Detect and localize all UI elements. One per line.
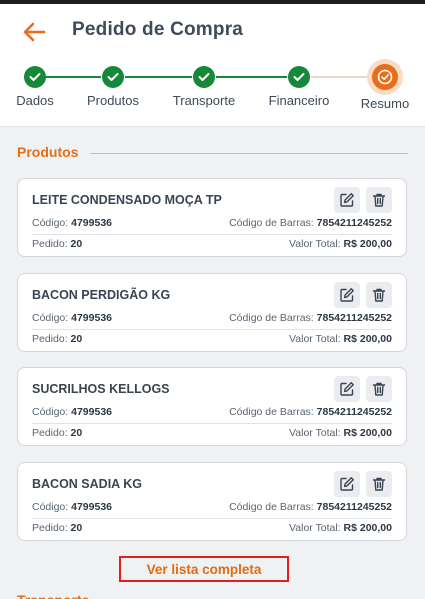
product-total: R$ 200,00 [343,238,392,250]
edit-icon [340,288,354,302]
trash-icon [372,193,386,207]
product-order: 20 [70,522,83,534]
trash-icon [372,288,386,302]
section-title-transporte: Transporte [17,592,89,599]
trash-icon [372,477,386,491]
check-circle-icon [377,69,393,85]
step-financeiro-dot[interactable] [288,66,310,88]
section-title-produtos: Produtos [17,144,79,160]
step-transporte-dot[interactable] [193,66,215,88]
step-dados-dot[interactable] [24,66,46,88]
product-barcode: 7854211245252 [316,217,392,229]
product-name: BACON SADIA KG [32,477,142,491]
back-button[interactable] [20,18,48,46]
barcode-label: Código de Barras: [229,312,314,324]
product-total: R$ 200,00 [343,427,392,439]
check-icon [198,73,210,81]
check-icon [293,73,305,81]
card-divider [32,329,392,330]
product-order: 20 [70,238,83,250]
step-connector [125,76,192,78]
product-barcode: 7854211245252 [316,312,392,324]
delete-button[interactable] [366,187,392,213]
arrow-left-icon [23,22,46,42]
total-label: Valor Total: [289,522,341,534]
step-produtos-dot[interactable] [102,66,124,88]
barcode-label: Código de Barras: [229,406,314,418]
product-card: BACON SADIA KG Código: 4799536 Código de… [17,462,407,541]
step-label-financeiro: Financeiro [268,93,330,108]
see-full-list-link[interactable]: Ver lista completa [119,556,289,582]
step-label-transporte: Transporte [172,93,236,108]
product-code: 4799536 [71,406,113,418]
product-card: LEITE CONDENSADO MOÇA TP Código: 4799536… [17,178,407,257]
product-barcode: 7854211245252 [316,406,392,418]
stepper: Dados Produtos Transporte Financeiro Res… [0,60,425,120]
barcode-label: Código de Barras: [229,217,314,229]
order-label: Pedido: [32,238,68,250]
total-label: Valor Total: [289,333,341,345]
card-divider [32,423,392,424]
edit-icon [340,193,354,207]
delete-button[interactable] [366,471,392,497]
product-code: 4799536 [71,501,113,513]
total-label: Valor Total: [289,238,341,250]
order-label: Pedido: [32,522,68,534]
barcode-label: Código de Barras: [229,501,314,513]
edit-button[interactable] [334,471,360,497]
delete-button[interactable] [366,282,392,308]
product-code: 4799536 [71,217,113,229]
product-code: 4799536 [71,312,113,324]
edit-button[interactable] [334,187,360,213]
product-total: R$ 200,00 [343,522,392,534]
step-resumo-dot[interactable] [372,64,398,90]
header: Pedido de Compra Dados Produtos Transpor… [0,4,425,127]
code-label: Código: [32,406,69,418]
step-label-produtos: Produtos [86,93,140,108]
section-divider [90,153,408,154]
product-name: BACON PERDIGÃO KG [32,288,171,302]
order-label: Pedido: [32,427,68,439]
step-connector [311,76,370,78]
product-order: 20 [70,333,83,345]
product-barcode: 7854211245252 [316,501,392,513]
product-card: SUCRILHOS KELLOGS Código: 4799536 Código… [17,367,407,446]
edit-button[interactable] [334,376,360,402]
code-label: Código: [32,217,69,229]
code-label: Código: [32,312,69,324]
card-divider [32,518,392,519]
check-icon [29,73,41,81]
order-label: Pedido: [32,333,68,345]
code-label: Código: [32,501,69,513]
product-total: R$ 200,00 [343,333,392,345]
card-divider [32,234,392,235]
edit-icon [340,382,354,396]
step-label-resumo: Resumo [360,96,410,111]
trash-icon [372,382,386,396]
check-icon [107,73,119,81]
delete-button[interactable] [366,376,392,402]
product-card: BACON PERDIGÃO KG Código: 4799536 Código… [17,273,407,352]
product-name: SUCRILHOS KELLOGS [32,382,170,396]
total-label: Valor Total: [289,427,341,439]
product-order: 20 [70,427,83,439]
step-connector [216,76,287,78]
product-name: LEITE CONDENSADO MOÇA TP [32,193,222,207]
edit-button[interactable] [334,282,360,308]
page-title: Pedido de Compra [72,19,244,40]
step-connector [46,76,101,78]
edit-icon [340,477,354,491]
